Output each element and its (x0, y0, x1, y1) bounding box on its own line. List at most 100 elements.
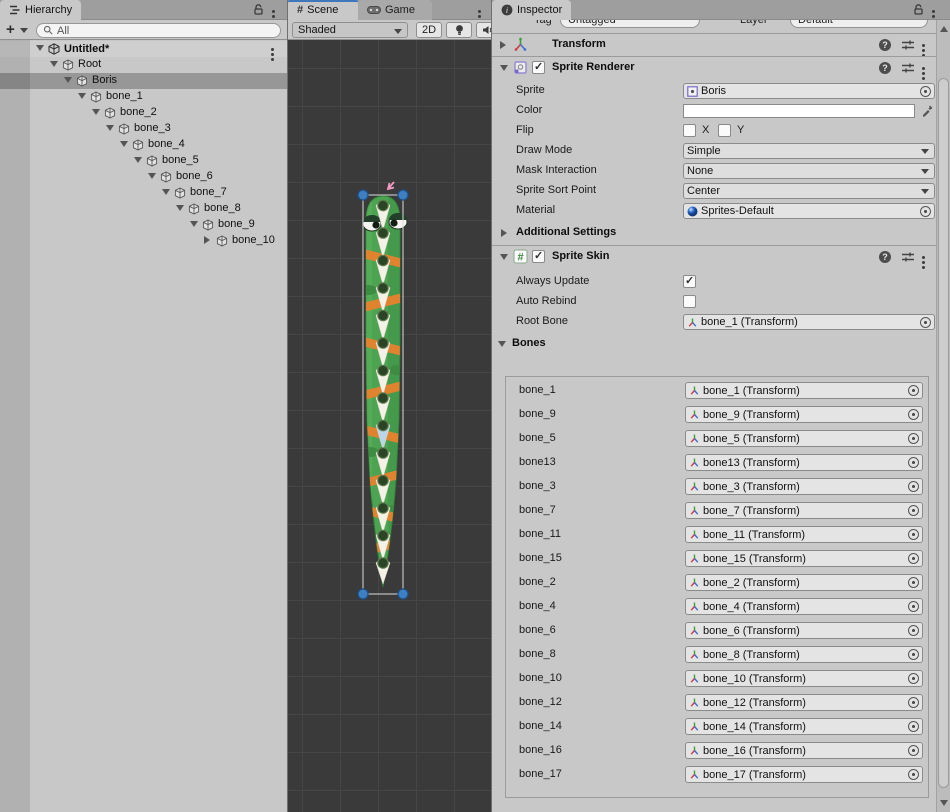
presets-icon[interactable] (901, 250, 915, 267)
transform-menu-icon[interactable] (922, 38, 934, 54)
scene-viewport[interactable] (288, 40, 491, 812)
scrollbar-thumb[interactable] (938, 78, 949, 788)
transform-foldout-icon[interactable] (500, 41, 506, 49)
eyedropper-icon[interactable] (921, 104, 934, 120)
foldout-arrow-icon[interactable] (120, 141, 128, 147)
audio-toggle-button[interactable] (476, 22, 492, 38)
bone-object-field[interactable]: bone_16 (Transform) (685, 742, 923, 759)
inspector-menu-icon[interactable] (932, 4, 944, 20)
bone-object-field[interactable]: bone_6 (Transform) (685, 622, 923, 639)
object-picker-icon[interactable] (908, 385, 919, 396)
hierarchy-tree-row[interactable]: bone_3 (0, 121, 287, 137)
scene-header-row[interactable]: Untitled* (0, 41, 287, 57)
shading-mode-dropdown[interactable]: Shaded (292, 22, 408, 38)
help-icon[interactable]: ? (878, 38, 892, 55)
bone-object-field[interactable]: bone_7 (Transform) (685, 502, 923, 519)
tag-dropdown[interactable]: Untagged (560, 20, 700, 28)
bone-object-field[interactable]: bone13 (Transform) (685, 454, 923, 471)
foldout-arrow-icon[interactable] (176, 205, 184, 211)
sprite-renderer-foldout-icon[interactable] (500, 65, 508, 71)
bone-object-field[interactable]: bone_4 (Transform) (685, 598, 923, 615)
object-picker-icon[interactable] (908, 409, 919, 420)
scene-row-menu-icon[interactable] (271, 42, 283, 58)
scene-foldout-icon[interactable] (36, 45, 44, 51)
always-update-checkbox[interactable] (683, 275, 696, 288)
bone-object-field[interactable]: bone_8 (Transform) (685, 646, 923, 663)
object-picker-icon[interactable] (908, 697, 919, 708)
presets-icon[interactable] (901, 61, 915, 78)
sprite-sort-point-dropdown[interactable]: Center (683, 183, 935, 199)
object-picker-icon[interactable] (908, 505, 919, 516)
foldout-arrow-icon[interactable] (204, 236, 210, 244)
object-picker-icon[interactable] (908, 745, 919, 756)
foldout-arrow-icon[interactable] (92, 109, 100, 115)
hierarchy-tree-row[interactable]: bone_7 (0, 185, 287, 201)
sprite-skin-enabled-checkbox[interactable] (532, 250, 545, 263)
foldout-arrow-icon[interactable] (162, 189, 170, 195)
scroll-up-icon[interactable] (940, 26, 948, 32)
help-icon[interactable]: ? (878, 61, 892, 78)
bone-object-field[interactable]: bone_3 (Transform) (685, 478, 923, 495)
foldout-arrow-icon[interactable] (190, 221, 198, 227)
hierarchy-tree-row[interactable]: bone_2 (0, 105, 287, 121)
sprite-object-field[interactable]: Boris (683, 83, 935, 99)
inspector-lock-icon[interactable] (912, 3, 926, 19)
sprite-skin-menu-icon[interactable] (922, 250, 934, 266)
lighting-toggle-button[interactable] (446, 22, 472, 38)
hierarchy-tree-row[interactable]: bone_1 (0, 89, 287, 105)
tab-game[interactable]: Game (358, 0, 432, 20)
root-bone-object-field[interactable]: bone_1 (Transform) (683, 314, 935, 330)
object-picker-icon[interactable] (908, 481, 919, 492)
add-gameobject-button[interactable]: + (6, 21, 15, 38)
hierarchy-tree-row[interactable]: bone_10 (0, 233, 287, 249)
hierarchy-tree-row[interactable]: bone_8 (0, 201, 287, 217)
bone-object-field[interactable]: bone_17 (Transform) (685, 766, 923, 783)
hierarchy-tree-row[interactable]: bone_4 (0, 137, 287, 153)
mask-interaction-dropdown[interactable]: None (683, 163, 935, 179)
sprite-skin-component-header[interactable]: # Sprite Skin ? (492, 246, 936, 268)
sprite-renderer-enabled-checkbox[interactable] (532, 61, 545, 74)
material-object-field[interactable]: Sprites-Default (683, 203, 935, 219)
object-picker-icon[interactable] (908, 457, 919, 468)
object-picker-icon[interactable] (908, 601, 919, 612)
bone-object-field[interactable]: bone_15 (Transform) (685, 550, 923, 567)
object-picker-icon[interactable] (908, 769, 919, 780)
layer-dropdown[interactable]: Default (790, 20, 928, 28)
presets-icon[interactable] (901, 38, 915, 55)
bone-object-field[interactable]: bone_10 (Transform) (685, 670, 923, 687)
bones-foldout-icon[interactable] (498, 341, 506, 347)
object-picker-icon[interactable] (908, 673, 919, 684)
tab-hierarchy[interactable]: Hierarchy (0, 0, 81, 20)
hierarchy-tree-row[interactable]: bone_6 (0, 169, 287, 185)
toggle-2d-button[interactable]: 2D (416, 22, 442, 38)
object-picker-icon[interactable] (908, 577, 919, 588)
bone-object-field[interactable]: bone_11 (Transform) (685, 526, 923, 543)
additional-settings-foldout[interactable]: Additional Settings (492, 224, 936, 242)
bone-object-field[interactable]: bone_2 (Transform) (685, 574, 923, 591)
bone-object-field[interactable]: bone_14 (Transform) (685, 718, 923, 735)
object-picker-icon[interactable] (908, 433, 919, 444)
flip-y-checkbox[interactable] (718, 124, 731, 137)
object-picker-icon[interactable] (908, 529, 919, 540)
object-picker-icon[interactable] (920, 86, 931, 97)
foldout-arrow-icon[interactable] (78, 93, 86, 99)
additional-settings-foldout-icon[interactable] (501, 229, 507, 237)
sprite-skin-foldout-icon[interactable] (500, 254, 508, 260)
hierarchy-tree-row[interactable]: bone_9 (0, 217, 287, 233)
object-picker-icon[interactable] (908, 721, 919, 732)
object-picker-icon[interactable] (908, 553, 919, 564)
transform-component-header[interactable]: Transform ? (492, 34, 936, 56)
bone-object-field[interactable]: bone_1 (Transform) (685, 382, 923, 399)
bone-object-field[interactable]: bone_5 (Transform) (685, 430, 923, 447)
scroll-down-icon[interactable] (940, 800, 948, 806)
auto-rebind-checkbox[interactable] (683, 295, 696, 308)
bone-object-field[interactable]: bone_9 (Transform) (685, 406, 923, 423)
hierarchy-tree-row[interactable]: Root (0, 57, 287, 73)
tab-scene[interactable]: # Scene (288, 0, 358, 20)
object-picker-icon[interactable] (908, 625, 919, 636)
scene-menu-icon[interactable] (478, 4, 490, 20)
help-icon[interactable]: ? (878, 250, 892, 267)
hierarchy-menu-icon[interactable] (272, 4, 284, 20)
sprite-renderer-component-header[interactable]: Sprite Renderer ? (492, 57, 936, 79)
draw-mode-dropdown[interactable]: Simple (683, 143, 935, 159)
